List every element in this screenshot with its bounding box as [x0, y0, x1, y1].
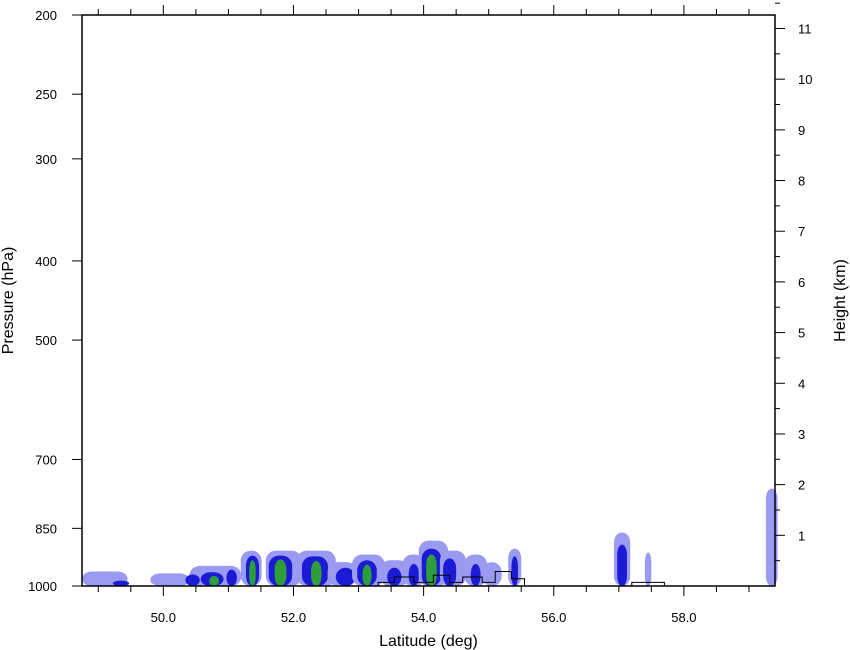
pressure-tick-label: 250	[35, 87, 57, 102]
x-tick-label: 54.0	[411, 610, 436, 625]
x-tick-label: 52.0	[281, 610, 306, 625]
height-tick-label: 5	[798, 326, 805, 341]
contour-cells	[82, 488, 778, 586]
contour-cell-level-3	[362, 564, 372, 586]
contour-cell-level-1	[644, 552, 652, 586]
pressure-tick-label: 300	[35, 152, 57, 167]
height-tick-label: 4	[798, 376, 805, 391]
height-tick-label: 3	[798, 427, 805, 442]
height-tick-label: 1	[798, 528, 805, 543]
pressure-tick-label: 1000	[28, 579, 57, 594]
contour-cell-level-3	[426, 554, 437, 586]
contour-cell-level-1	[150, 573, 190, 586]
contour-cell-level-1	[765, 488, 778, 586]
contour-cell-level-3	[249, 560, 256, 586]
x-tick-label: 58.0	[671, 610, 696, 625]
height-tick-label: 10	[798, 72, 812, 87]
height-tick-label: 6	[798, 275, 805, 290]
pressure-tick-label: 500	[35, 333, 57, 348]
height-tick-label: 7	[798, 224, 805, 239]
left-axis-title: Pressure (hPa)	[0, 247, 17, 355]
plot-frame	[81, 14, 776, 587]
x-tick-label: 50.0	[151, 610, 176, 625]
cross-section-chart: 50.0 52.0 54.0 56.0 58.0 200 250 300 400 500 700 8…	[0, 2, 849, 650]
contour-cell-level-2	[511, 556, 518, 586]
height-tick-label: 11	[798, 21, 812, 36]
height-tick-label: 2	[798, 478, 805, 493]
pressure-tick-label: 400	[35, 254, 57, 269]
right-axis-title: Height (km)	[832, 259, 849, 342]
height-tick-label: 8	[798, 174, 805, 189]
x-tick-label: 56.0	[541, 610, 566, 625]
pressure-tick-label: 700	[35, 452, 57, 467]
contour-cell-level-3	[311, 561, 322, 586]
x-axis-title: Latitude (deg)	[379, 633, 478, 650]
pressure-tick-label: 200	[35, 8, 57, 23]
contour-cell-level-3	[274, 559, 287, 586]
contour-cell-level-2	[185, 574, 200, 586]
contour-cell-level-2	[617, 544, 627, 586]
contour-cell-level-2	[470, 564, 481, 586]
pressure-tick-label: 850	[35, 521, 57, 536]
right-height-axis: 1 2 3 4 5 6 7 8 9 10 11	[775, 2, 812, 562]
contour-cell-level-3	[209, 575, 219, 586]
contour-cell-level-2	[112, 580, 130, 586]
left-pressure-axis: 200 250 300 400 500 700 850 1000	[28, 8, 82, 594]
contour-cell-level-2	[226, 569, 237, 586]
x-axis: 50.0 52.0 54.0 56.0 58.0	[97, 5, 750, 625]
height-tick-label: 9	[798, 123, 805, 138]
